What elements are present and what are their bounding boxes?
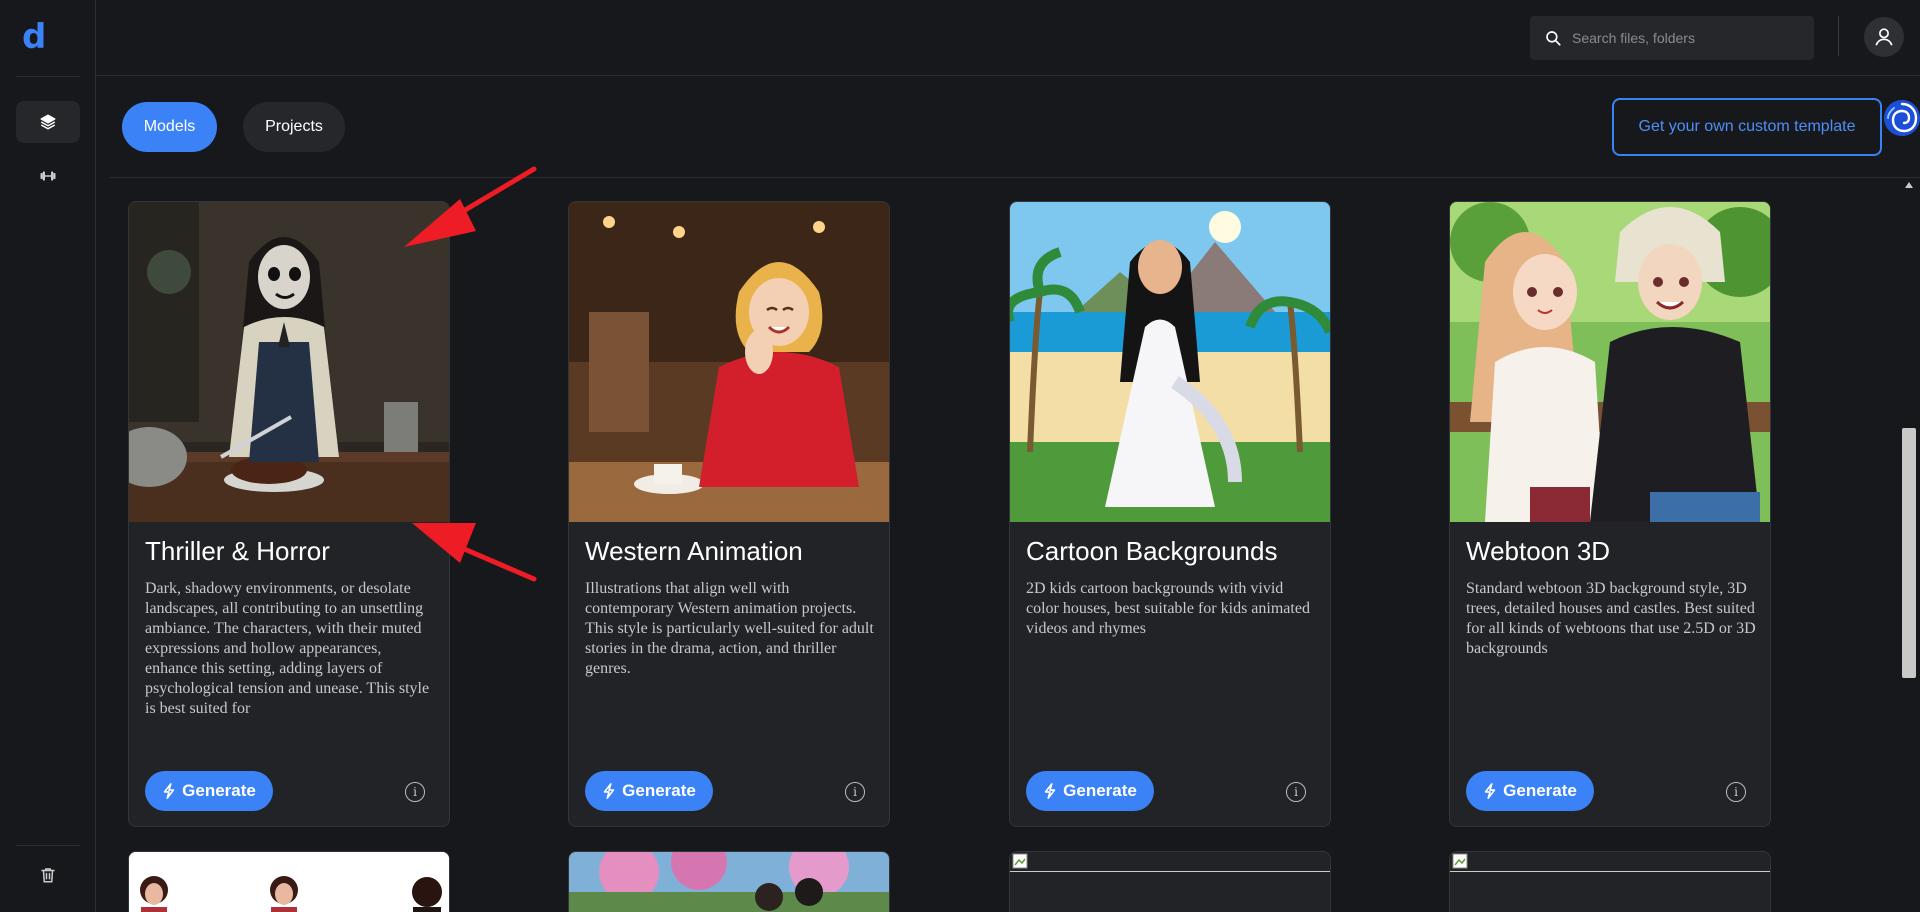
sidebar-divider-bottom (16, 845, 80, 846)
lightning-icon (1484, 783, 1496, 799)
dumbbell-icon (40, 171, 56, 181)
scroll-thumb[interactable] (1902, 428, 1916, 678)
header-divider (1838, 16, 1839, 56)
user-avatar[interactable] (1864, 17, 1904, 57)
model-card-row2-1[interactable] (128, 851, 450, 912)
broken-image-placeholder (1010, 852, 1330, 872)
search-input[interactable] (1572, 30, 1802, 46)
layers-icon (40, 114, 56, 130)
assistant-swirl-icon[interactable] (1884, 100, 1920, 136)
generate-label: Generate (622, 781, 696, 800)
model-card-row2-4[interactable] (1449, 851, 1771, 912)
user-icon (1875, 28, 1893, 46)
card-description: Dark, shadowy environments, or desolate … (145, 580, 430, 717)
broken-image-icon (1452, 853, 1468, 869)
model-preview-image[interactable] (569, 202, 889, 522)
model-card-thriller-horror[interactable]: Thriller & Horror Dark, shadowy environm… (128, 201, 450, 827)
card-description: Standard webtoon 3D background style, 3D… (1466, 580, 1756, 657)
sidebar-item-training[interactable] (16, 155, 80, 197)
tab-models[interactable]: Models (122, 102, 217, 152)
info-icon[interactable]: i (1286, 782, 1306, 802)
toolbar-divider (110, 177, 1920, 178)
card-title: Western Animation (585, 536, 803, 566)
info-icon[interactable]: i (405, 782, 425, 802)
card-description: 2D kids cartoon backgrounds with vivid c… (1026, 580, 1310, 637)
lightning-icon (1044, 783, 1056, 799)
model-card-row2-3[interactable] (1009, 851, 1331, 912)
model-preview-image[interactable] (129, 202, 449, 522)
generate-button[interactable]: Generate (1026, 771, 1154, 811)
generate-label: Generate (1503, 781, 1577, 800)
model-preview-image[interactable] (129, 852, 449, 912)
brand-logo[interactable]: d (22, 20, 52, 54)
generate-button[interactable]: Generate (1466, 771, 1594, 811)
card-title: Thriller & Horror (145, 536, 330, 566)
model-card-webtoon-3d[interactable]: Webtoon 3D Standard webtoon 3D backgroun… (1449, 201, 1771, 827)
broken-image-icon (1012, 853, 1028, 869)
top-header (96, 0, 1920, 76)
model-preview-image[interactable] (569, 852, 889, 912)
sidebar: d (0, 0, 96, 912)
app-window: d Search files, folders Models Projects … (0, 0, 1920, 912)
info-icon[interactable]: i (845, 782, 865, 802)
card-title: Cartoon Backgrounds (1026, 536, 1278, 566)
model-card-cartoon-backgrounds[interactable]: Cartoon Backgrounds 2D kids cartoon back… (1009, 201, 1331, 827)
lightning-icon (603, 783, 615, 799)
generate-button[interactable]: Generate (145, 771, 273, 811)
model-card-row2-2[interactable] (568, 851, 890, 912)
model-preview-image[interactable] (1010, 202, 1330, 522)
sidebar-item-trash[interactable] (16, 854, 80, 896)
scroll-up-arrow-icon[interactable] (1905, 182, 1913, 188)
generate-label: Generate (182, 781, 256, 800)
generate-button[interactable]: Generate (585, 771, 713, 811)
sidebar-divider (16, 76, 80, 77)
generate-label: Generate (1063, 781, 1137, 800)
model-preview-image[interactable] (1450, 202, 1770, 522)
tab-projects[interactable]: Projects (243, 102, 345, 152)
search-bar[interactable] (1530, 16, 1814, 60)
info-icon[interactable]: i (1726, 782, 1746, 802)
content-scrollbar[interactable] (1898, 178, 1920, 912)
search-icon (1546, 31, 1561, 46)
sidebar-item-models[interactable] (16, 101, 80, 143)
lightning-icon (163, 783, 175, 799)
card-description: Illustrations that align well with conte… (585, 580, 874, 677)
card-title: Webtoon 3D (1466, 536, 1611, 566)
custom-template-button[interactable]: Get your own custom template (1612, 98, 1882, 156)
trash-icon (41, 868, 55, 883)
broken-image-placeholder (1450, 852, 1770, 872)
model-card-western-animation[interactable]: Western Animation Illustrations that ali… (568, 201, 890, 827)
